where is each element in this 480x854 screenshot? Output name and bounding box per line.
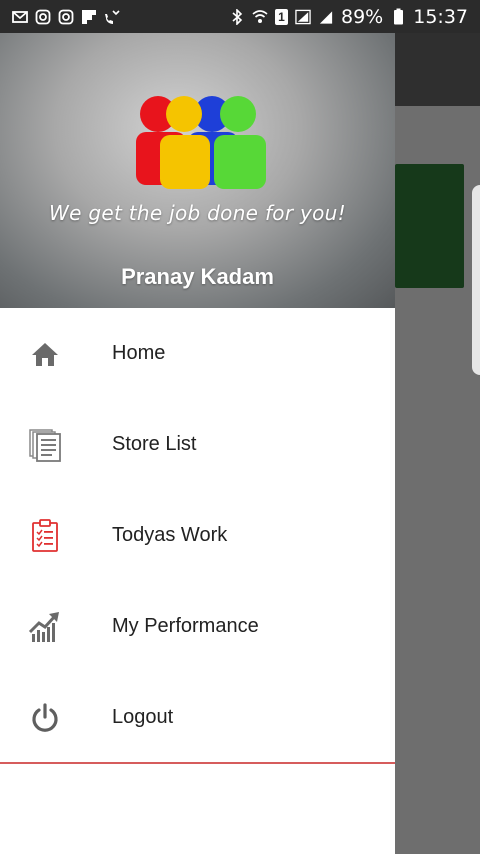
app-logo <box>136 96 266 189</box>
logo-green-head <box>220 96 256 132</box>
home-icon <box>27 336 63 372</box>
flipboard-icon <box>81 9 97 25</box>
status-bar-system: 1 89% 15:37 <box>229 6 468 28</box>
status-bar: 1 89% 15:37 <box>0 0 480 33</box>
battery-icon <box>390 8 406 25</box>
instagram-icon <box>35 9 51 25</box>
menu-label: Home <box>112 342 166 364</box>
status-bar-notifications <box>12 9 120 25</box>
background-card <box>395 164 464 288</box>
missed-call-icon <box>104 9 120 25</box>
logo-green-body <box>214 135 266 189</box>
signal-icon <box>295 9 311 25</box>
menu-label: Todyas Work <box>112 524 228 546</box>
menu-item-logout[interactable]: Logout <box>0 672 395 763</box>
menu-label: Logout <box>112 706 174 728</box>
user-name: Pranay Kadam <box>121 264 274 289</box>
sim-icon: 1 <box>275 8 288 25</box>
performance-chart-icon <box>27 609 63 645</box>
signal-icon <box>318 9 334 25</box>
menu-item-my-performance[interactable]: My Performance <box>0 581 395 672</box>
wifi-icon <box>252 9 268 25</box>
drawer-header: We get the job done for you! Pranay Kada… <box>0 33 395 308</box>
tagline: We get the job done for you! <box>49 201 346 225</box>
menu-label: Store List <box>112 433 197 455</box>
clipboard-icon <box>27 518 63 554</box>
battery-percent: 89% <box>341 5 384 28</box>
gmail-icon <box>12 9 28 25</box>
menu-item-store-list[interactable]: Store List <box>0 399 395 490</box>
background-panel-edge <box>472 185 480 375</box>
instagram-icon <box>58 9 74 25</box>
menu-divider <box>0 762 395 764</box>
drawer-menu: Home Store List Todyas Work My Performan… <box>0 308 395 763</box>
clock: 15:37 <box>413 5 468 28</box>
store-list-icon <box>27 427 63 463</box>
menu-label: My Performance <box>112 615 259 637</box>
menu-item-home[interactable]: Home <box>0 308 395 399</box>
navigation-drawer: We get the job done for you! Pranay Kada… <box>0 33 395 854</box>
menu-item-todays-work[interactable]: Todyas Work <box>0 490 395 581</box>
logo-yellow-body <box>160 135 210 189</box>
bluetooth-icon <box>229 8 245 25</box>
logo-yellow-head <box>166 96 202 132</box>
power-icon <box>27 700 63 736</box>
